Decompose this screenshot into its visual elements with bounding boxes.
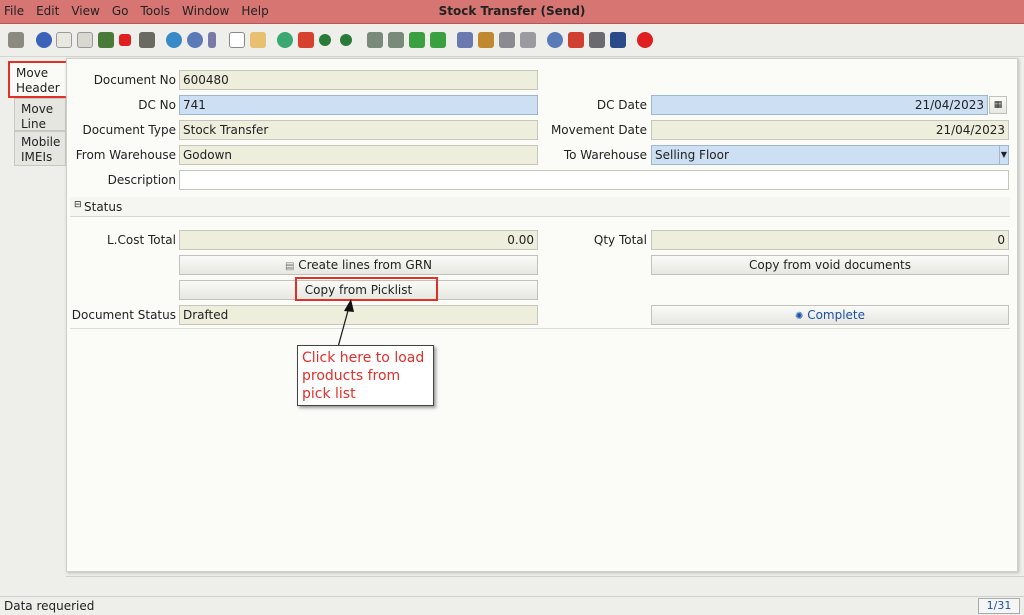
- collapse-icon: ⊟: [74, 200, 82, 210]
- document-icon: ▤: [284, 261, 295, 272]
- menu-go[interactable]: Go: [112, 4, 129, 18]
- to-warehouse-label: To Warehouse: [563, 148, 647, 162]
- find-icon[interactable]: [187, 32, 203, 48]
- help-icon[interactable]: [36, 32, 52, 48]
- document-no-field[interactable]: 600480: [179, 70, 538, 90]
- title-bar: File Edit View Go Tools Window Help Stoc…: [0, 0, 1024, 24]
- from-warehouse-label: From Warehouse: [75, 148, 176, 162]
- annotation-arrow: [337, 299, 354, 348]
- delete-icon[interactable]: [119, 34, 131, 46]
- product-icon[interactable]: [610, 32, 626, 48]
- tab-mobile-imeis[interactable]: Mobile IMEIs: [14, 131, 66, 166]
- calendar-button[interactable]: ▦: [989, 96, 1007, 114]
- menu-window[interactable]: Window: [182, 4, 229, 18]
- history-icon[interactable]: [277, 32, 293, 48]
- copy-from-void-documents-button[interactable]: Copy from void documents: [651, 255, 1009, 275]
- record-pager[interactable]: 1/31: [978, 598, 1020, 614]
- workflow-icon[interactable]: [568, 32, 584, 48]
- status-section-header[interactable]: ⊟ Status: [70, 197, 1010, 217]
- next-record-icon[interactable]: [409, 32, 425, 48]
- tab-move-header-label: Move Header: [16, 66, 60, 95]
- save-icon[interactable]: [98, 32, 114, 48]
- chevron-down-icon[interactable]: ▼: [999, 145, 1009, 165]
- status-section-title: Status: [84, 200, 123, 214]
- create-lines-from-grn-button[interactable]: ▤ Create lines from GRN: [179, 255, 538, 275]
- tab-mobile-imeis-label: Mobile IMEIs: [21, 135, 61, 164]
- create-lines-from-grn-label: Create lines from GRN: [298, 258, 433, 272]
- movement-date-field[interactable]: 21/04/2023: [651, 120, 1009, 140]
- description-label: Description: [107, 173, 176, 187]
- tab-move-line-label: Move Line: [21, 102, 54, 131]
- complete-button[interactable]: ✺ Complete: [651, 305, 1009, 325]
- document-type-label: Document Type: [82, 123, 176, 137]
- picklist-highlight-box: [295, 277, 438, 301]
- panel-bottom-border: [66, 576, 1024, 577]
- report-icon[interactable]: [457, 32, 473, 48]
- movement-date-label: Movement Date: [550, 123, 647, 137]
- dc-no-field[interactable]: 741: [179, 95, 538, 115]
- to-warehouse-select[interactable]: Selling Floor: [651, 145, 1000, 165]
- gear-icon: ✺: [794, 311, 804, 322]
- print-2-icon[interactable]: [520, 32, 536, 48]
- document-status-label: Document Status: [71, 308, 176, 322]
- new-icon[interactable]: [56, 32, 72, 48]
- zoom-icon[interactable]: [547, 32, 563, 48]
- tab-move-line[interactable]: Move Line: [14, 98, 66, 131]
- undo-icon[interactable]: [8, 32, 24, 48]
- description-field[interactable]: [179, 170, 1009, 190]
- previous-icon[interactable]: [319, 34, 331, 46]
- menu-file[interactable]: File: [4, 4, 24, 18]
- from-warehouse-field[interactable]: Godown: [179, 145, 538, 165]
- refresh-icon[interactable]: [166, 32, 182, 48]
- chat-icon[interactable]: [229, 32, 245, 48]
- document-type-field[interactable]: Stock Transfer: [179, 120, 538, 140]
- calendar-icon[interactable]: [250, 32, 266, 48]
- section-divider: [70, 328, 1010, 329]
- dc-no-label: DC No: [138, 98, 176, 112]
- status-bar: Data requeried 1/31: [0, 596, 1024, 615]
- first-record-icon[interactable]: [367, 32, 383, 48]
- archive-icon[interactable]: [478, 32, 494, 48]
- qty-total-field[interactable]: 0: [651, 230, 1009, 250]
- previous-record-icon[interactable]: [388, 32, 404, 48]
- menu-tools[interactable]: Tools: [140, 4, 170, 18]
- complete-label: Complete: [807, 308, 866, 322]
- toolbar: [0, 25, 1024, 57]
- document-no-label: Document No: [93, 73, 176, 87]
- copy-icon[interactable]: [77, 32, 93, 48]
- attach-icon[interactable]: [208, 32, 216, 48]
- tab-move-header[interactable]: Move Header: [8, 61, 68, 98]
- close-window-icon[interactable]: [637, 32, 653, 48]
- menu-help[interactable]: Help: [241, 4, 268, 18]
- status-message: Data requeried: [4, 599, 95, 613]
- menu-view[interactable]: View: [71, 4, 99, 18]
- menu-edit[interactable]: Edit: [36, 4, 59, 18]
- lcost-total-label: L.Cost Total: [106, 233, 176, 247]
- lcost-total-field[interactable]: 0.00: [179, 230, 538, 250]
- copy-from-void-documents-label: Copy from void documents: [749, 258, 911, 272]
- print-preview-icon[interactable]: [139, 32, 155, 48]
- home-icon[interactable]: [298, 32, 314, 48]
- qty-total-label: Qty Total: [593, 233, 647, 247]
- print-icon[interactable]: [499, 32, 515, 48]
- dc-date-label: DC Date: [596, 98, 647, 112]
- next-icon[interactable]: [340, 34, 352, 46]
- annotation-callout: Click here to load products from pick li…: [297, 345, 434, 406]
- menu-bar: File Edit View Go Tools Window Help: [4, 4, 281, 18]
- request-icon[interactable]: [589, 32, 605, 48]
- last-record-icon[interactable]: [430, 32, 446, 48]
- dc-date-field[interactable]: 21/04/2023: [651, 95, 988, 115]
- calendar-icon: ▦: [993, 100, 1003, 110]
